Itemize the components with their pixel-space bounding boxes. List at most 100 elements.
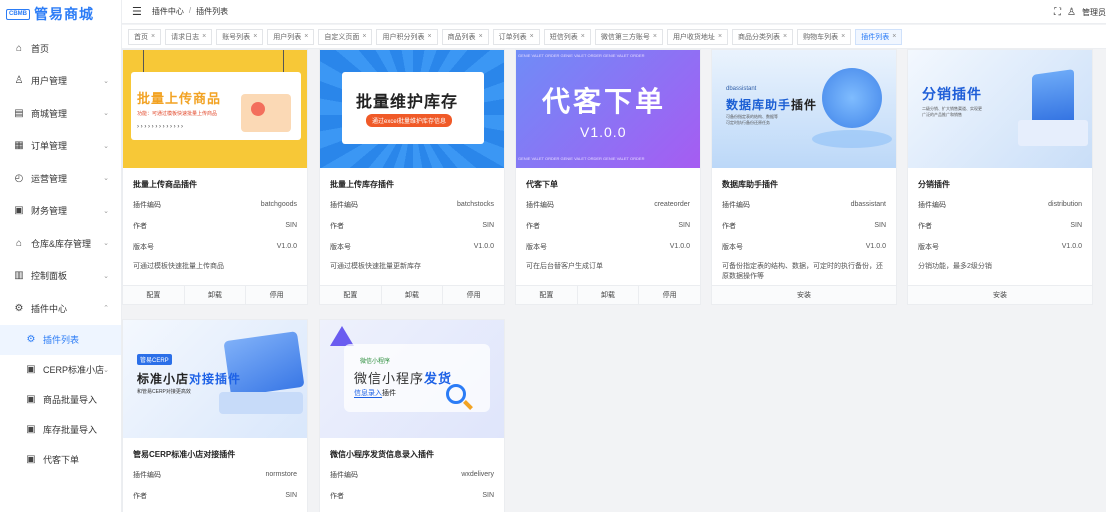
tab-item[interactable]: 用户列表 × — [267, 28, 315, 45]
sidebar-item-warehouse[interactable]: ⌂ 仓库&库存管理 ⌄ — [0, 227, 121, 260]
app-logo[interactable]: CBMB 管易商城 — [0, 0, 121, 28]
field-label: 插件编码 — [330, 201, 358, 209]
plugin-code-row: 插件编码 batchstocks — [330, 194, 494, 215]
plugin-banner: 管易CERP 标准小店对接插件 和管易CERP对接更高效 — [123, 320, 307, 438]
import-goods-icon: ▣ — [26, 394, 36, 405]
configure-button[interactable]: 配置 — [320, 286, 382, 304]
sidebar-item-home[interactable]: ⌂ 首页 — [0, 32, 121, 65]
sidebar-item-plugin-list[interactable]: ⚙ 插件列表 — [0, 324, 121, 355]
plugin-name: 批量上传商品插件 — [133, 179, 197, 189]
tab-item[interactable]: 用户积分列表 × — [376, 28, 438, 45]
banner-version: V1.0.0 — [580, 124, 627, 140]
warehouse-icon: ⌂ — [15, 237, 23, 249]
close-icon[interactable]: × — [718, 33, 722, 40]
tab-item[interactable]: 用户收货地址 × — [666, 28, 729, 45]
field-label: 插件编码 — [722, 201, 750, 209]
field-label: 作者 — [918, 222, 932, 230]
sidebar-item-proxy-order[interactable]: ▣ 代客下单 — [0, 445, 121, 475]
tab-item[interactable]: 订单列表 × — [492, 28, 540, 45]
sidebar-item-store[interactable]: ▣ CERP标准小店 ⌄ — [0, 355, 121, 385]
uninstall-button[interactable]: 卸载 — [185, 286, 247, 304]
banner-title: 数据库助手插件 — [726, 96, 817, 113]
sidebar-item-label: 用户管理 — [31, 76, 68, 87]
plugin-code-row: 插件编码 normstore — [133, 464, 297, 485]
plugin-author-row: 作者 SIN — [330, 485, 494, 506]
sidebar-item-operation[interactable]: ◴ 运营管理 ⌄ — [0, 162, 121, 195]
disable-button[interactable]: 停用 — [639, 286, 700, 304]
field-value: batchstocks — [457, 201, 494, 208]
close-icon[interactable]: × — [530, 33, 534, 40]
install-button[interactable]: 安装 — [712, 286, 896, 304]
disable-button[interactable]: 停用 — [246, 286, 307, 304]
close-icon[interactable]: × — [362, 33, 366, 40]
close-icon[interactable]: × — [892, 33, 896, 40]
close-icon[interactable]: × — [202, 33, 206, 40]
uninstall-button[interactable]: 卸载 — [382, 286, 444, 304]
sidebar-item-import-stock[interactable]: ▣ 库存批量导入 — [0, 415, 121, 445]
field-value: SIN — [482, 222, 494, 229]
disable-button[interactable]: 停用 — [443, 286, 504, 304]
tab-item[interactable]: 首页 × — [128, 28, 162, 45]
plugin-author-row: 作者 SIN — [918, 215, 1082, 236]
banner-title-a: 微信小程序 — [354, 371, 425, 386]
sidebar-item-import-goods[interactable]: ▣ 商品批量导入 — [0, 385, 121, 415]
tab-item[interactable]: 账号列表 × — [216, 28, 264, 45]
tab-item[interactable]: 商品列表 × — [441, 28, 489, 45]
tab-item[interactable]: 插件列表 × — [855, 28, 903, 45]
chevron-icon: ⌄ — [103, 77, 109, 85]
plugin-code-row: 插件编码 wxdelivery — [330, 464, 494, 485]
sidebar-item-label: 插件中心 — [31, 303, 68, 314]
sidebar-item-label: 订单管理 — [31, 141, 68, 152]
sidebar-item-shop[interactable]: ▤ 商城管理 ⌄ — [0, 97, 121, 130]
sidebar-item-finance[interactable]: ▣ 财务管理 ⌄ — [0, 195, 121, 228]
tab-item[interactable]: 购物车列表 × — [797, 28, 852, 45]
field-value: SIN — [874, 222, 886, 229]
fullscreen-icon[interactable]: ⛶ — [1054, 7, 1061, 18]
tab-item[interactable]: 微信第三方账号 × — [594, 28, 663, 45]
sidebar-item-dashboard[interactable]: ▥ 控制面板 ⌄ — [0, 260, 121, 293]
field-value: SIN — [482, 492, 494, 499]
operation-icon: ◴ — [14, 172, 24, 184]
plugin-banner: GENIE VALET ORDER GENIE VALET ORDER GENI… — [516, 50, 700, 168]
sidebar-item-plugin[interactable]: ⚙ 插件中心 ⌃ — [0, 292, 121, 325]
close-icon[interactable]: × — [653, 33, 657, 40]
sidebar-item-order[interactable]: ▦ 订单管理 ⌄ — [0, 130, 121, 163]
user-name[interactable]: 管理员 — [1082, 7, 1106, 18]
close-icon[interactable]: × — [783, 33, 787, 40]
menu-toggle-icon[interactable]: ☰ — [132, 5, 142, 18]
close-icon[interactable]: × — [253, 33, 257, 40]
tab-item[interactable]: 商品分类列表 × — [732, 28, 794, 45]
close-icon[interactable]: × — [427, 33, 431, 40]
banner-subtitle: 信息录入插件 — [354, 388, 396, 398]
configure-button[interactable]: 配置 — [516, 286, 578, 304]
close-icon[interactable]: × — [841, 33, 845, 40]
field-value: V1.0.0 — [865, 243, 886, 250]
close-icon[interactable]: × — [151, 33, 155, 40]
uninstall-button[interactable]: 卸载 — [578, 286, 640, 304]
plugin-code-row: 插件编码 batchgoods — [133, 194, 297, 215]
configure-button[interactable]: 配置 — [123, 286, 185, 304]
tab-item[interactable]: 请求日志 × — [165, 28, 213, 45]
chevron-icon: ⌄ — [103, 142, 109, 150]
plugin-card-batchgoods: 批量上传商品 功能：可通过模板快速批量上传商品 › › › › › › › › › … — [122, 49, 308, 305]
tab-item[interactable]: 自定义页面 × — [318, 28, 373, 45]
install-button[interactable]: 安装 — [908, 286, 1092, 304]
field-value: V1.0.0 — [669, 243, 690, 250]
user-icon[interactable]: ♙ — [1067, 7, 1076, 18]
breadcrumb: 插件中心 / 插件列表 — [152, 6, 228, 17]
close-icon[interactable]: × — [581, 33, 585, 40]
plugin-card-body: 管易CERP标准小店对接插件插件编码 normstore 作者 SIN 版本号V1.0.… — [123, 438, 307, 512]
store-icon: ▣ — [26, 364, 36, 375]
close-icon[interactable]: × — [479, 33, 483, 40]
field-value: batchgoods — [260, 201, 297, 208]
sidebar-item-user[interactable]: ♙ 用户管理 ⌄ — [0, 65, 121, 98]
banner-badge: 微信小程序 — [360, 359, 391, 365]
banner-subtitle-b: 插件 — [382, 390, 396, 397]
tab-item[interactable]: 短信列表 × — [543, 28, 591, 45]
chevron-icon: ⌄ — [103, 207, 109, 215]
tab-bar: 首页 × 请求日志 × 账号列表 × 用户列表 × 自定义页面 × 用户积分列表 × 商品列表 × 订单列表… — [122, 25, 1106, 49]
banner-title: 标准小店对接插件 — [137, 370, 241, 387]
banner-title: 批量上传商品 — [137, 91, 222, 106]
breadcrumb-item-plugin-center[interactable]: 插件中心 — [152, 6, 184, 17]
close-icon[interactable]: × — [304, 33, 308, 40]
